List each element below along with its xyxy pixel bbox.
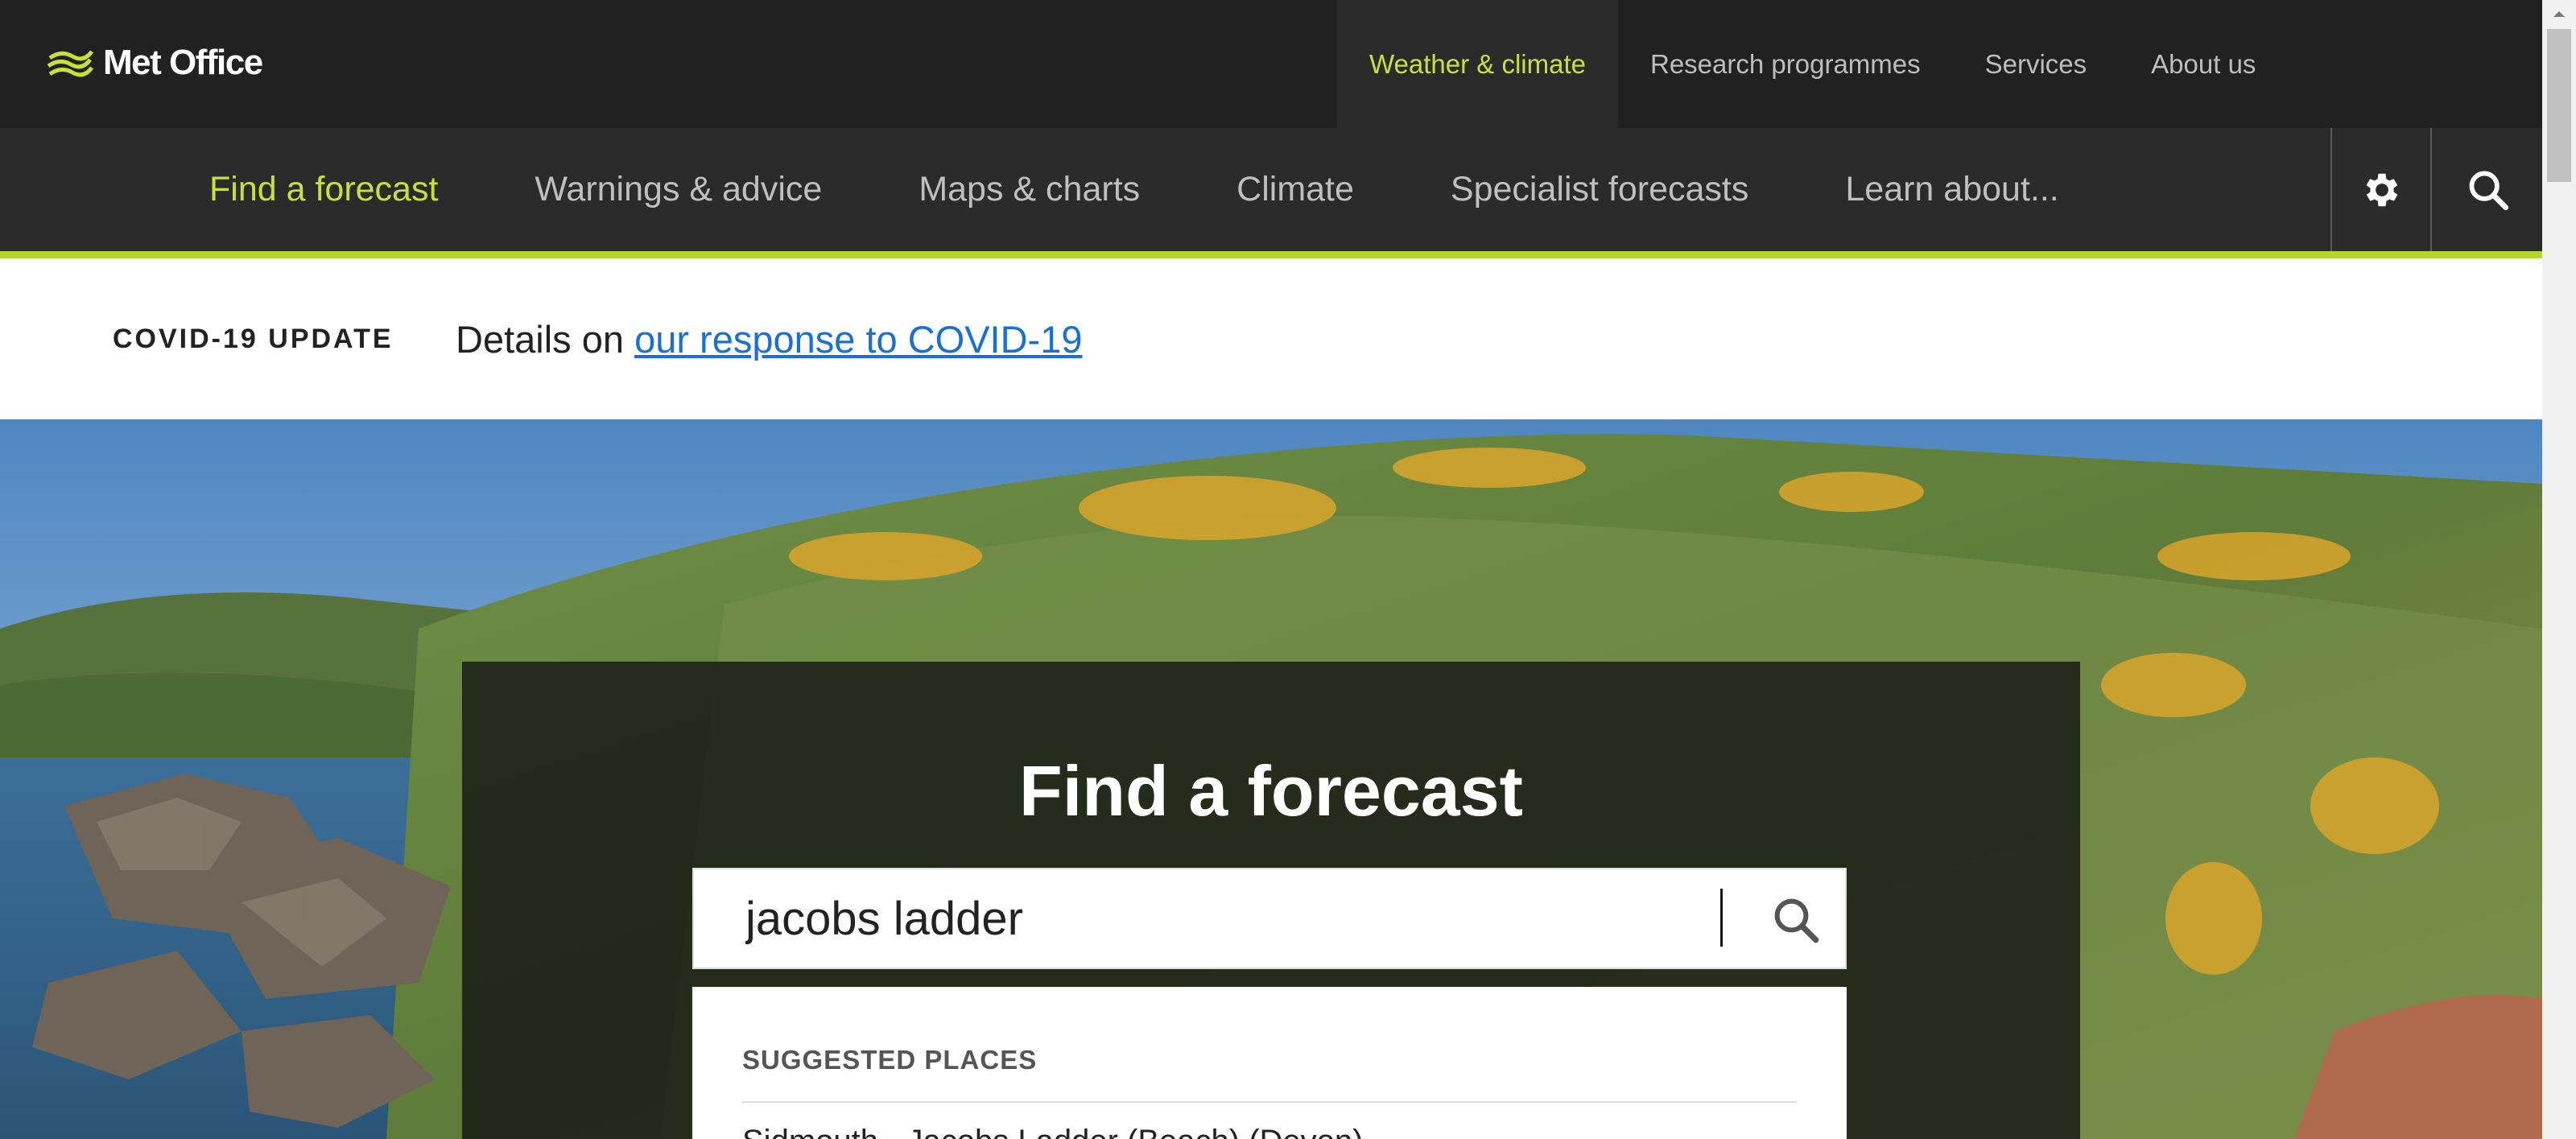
covid-response-link[interactable]: our response to COVID-19 (634, 318, 1082, 361)
forecast-search-box (692, 868, 1847, 969)
nav-maps-charts[interactable]: Maps & charts (870, 170, 1188, 209)
top-nav: Weather & climate Research programmes Se… (1337, 0, 2288, 128)
top-header: Met Office Weather & climate Research pr… (0, 0, 2542, 128)
nav-warnings-advice[interactable]: Warnings & advice (486, 170, 870, 209)
nav-specialist-forecasts[interactable]: Specialist forecasts (1402, 170, 1797, 209)
covid-banner: COVID-19 UPDATE Details on our response … (0, 258, 2542, 419)
search-icon (1774, 898, 1819, 943)
top-nav-services[interactable]: Services (1953, 0, 2120, 128)
nav-climate[interactable]: Climate (1188, 170, 1402, 209)
gear-icon (2366, 173, 2398, 206)
met-office-logo[interactable]: Met Office (47, 39, 263, 87)
top-nav-about-us[interactable]: About us (2119, 0, 2288, 128)
chevron-up-icon (2553, 11, 2565, 17)
search-icon (2469, 171, 2508, 210)
nav-find-a-forecast[interactable]: Find a forecast (161, 170, 486, 209)
location-search-input[interactable] (744, 890, 1713, 947)
logo-text: Met Office (103, 43, 263, 82)
settings-button[interactable] (2330, 128, 2432, 251)
scroll-up-arrow[interactable] (2542, 0, 2576, 27)
forecast-search-panel: Find a forecast SUGGESTED PLACES Sidmout… (462, 662, 2080, 1139)
suggestions-heading: SUGGESTED PLACES (742, 1045, 1038, 1075)
covid-label: COVID-19 UPDATE (113, 323, 394, 354)
top-nav-weather-climate[interactable]: Weather & climate (1337, 0, 1618, 128)
suggestion-item[interactable]: Sidmouth - Jacobs Ladder (Beach) (Devon) (742, 1124, 1363, 1139)
covid-text-prefix: Details on (456, 317, 635, 361)
section-nav: Find a forecast Warnings & advice Maps &… (0, 128, 2542, 258)
suggestions-dropdown: SUGGESTED PLACES Sidmouth - Jacobs Ladde… (692, 987, 1847, 1139)
page-title: Find a forecast (1019, 751, 1523, 831)
scroll-thumb[interactable] (2547, 29, 2571, 182)
nav-learn-about[interactable]: Learn about... (1797, 170, 2107, 209)
page-scrollbar[interactable] (2542, 0, 2576, 1139)
search-submit-button[interactable] (1769, 893, 1823, 951)
hero-section: Find a forecast SUGGESTED PLACES Sidmout… (0, 419, 2542, 1139)
covid-text: Details on our response to COVID-19 (456, 317, 1083, 361)
logo-mark-icon (47, 47, 93, 79)
top-nav-research-programmes[interactable]: Research programmes (1618, 0, 1953, 128)
suggestions-divider (742, 1101, 1797, 1103)
header-search-button[interactable] (2430, 128, 2544, 251)
text-caret (1720, 889, 1723, 947)
